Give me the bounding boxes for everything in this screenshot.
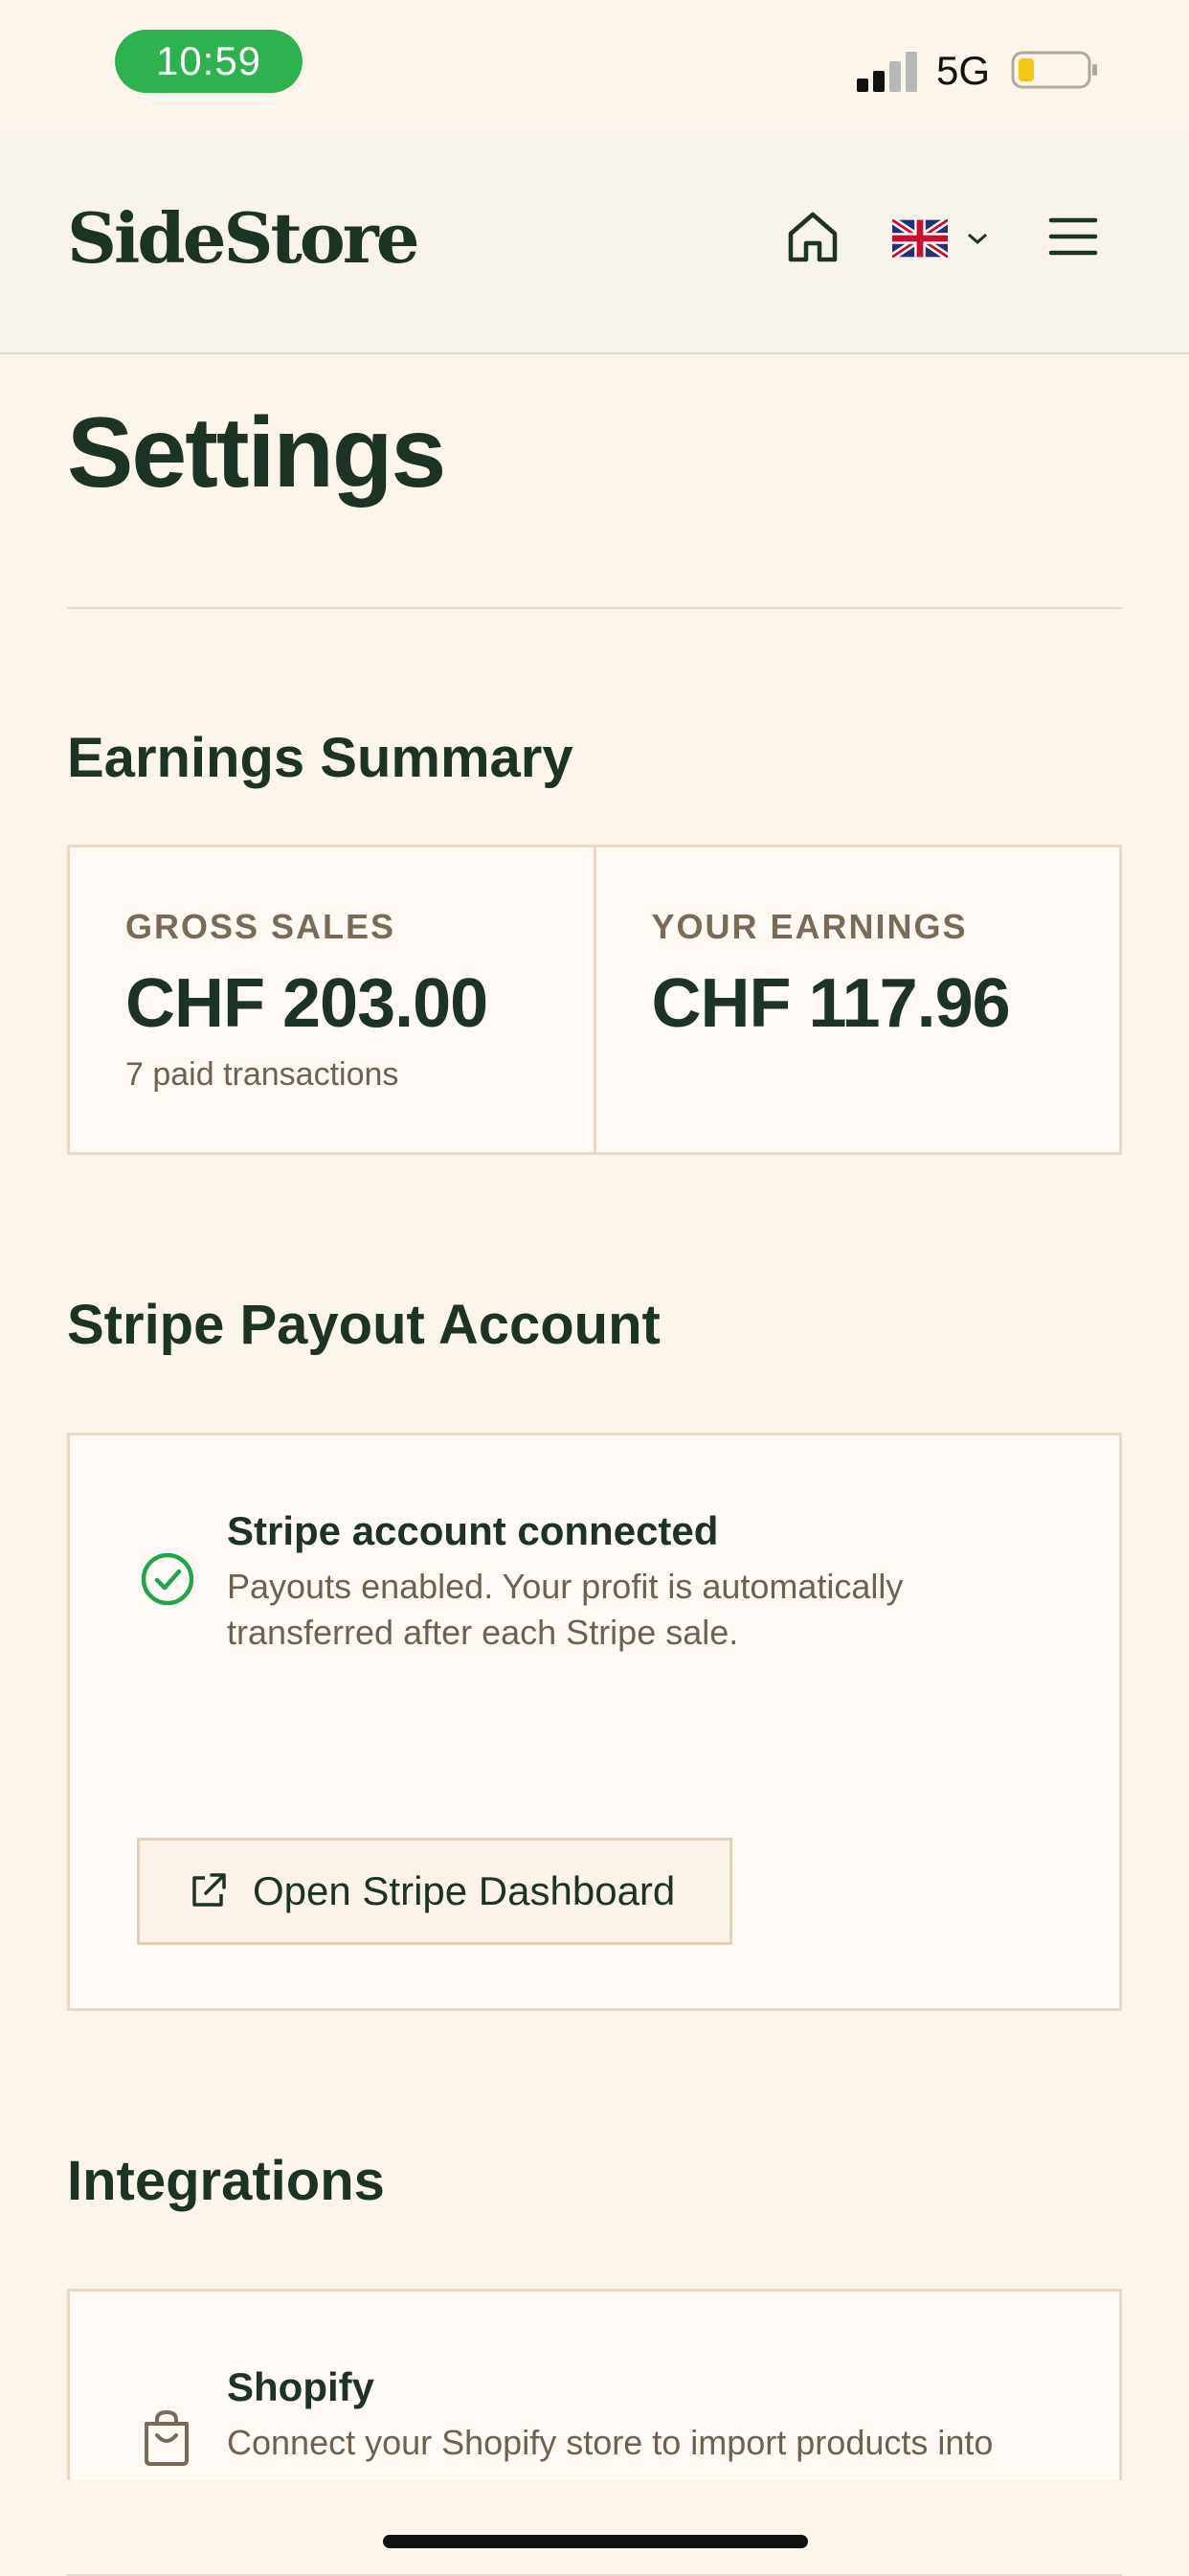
home-icon[interactable] [783, 208, 842, 267]
stripe-status-title: Stripe account connected [227, 1508, 719, 1553]
shopping-bag-icon [145, 2409, 189, 2466]
status-bar: 10:59 5G [0, 0, 1189, 130]
earnings-heading: Earnings Summary [67, 727, 573, 789]
language-selector[interactable] [892, 215, 994, 262]
your-earnings-cell: YOUR EARNINGS CHF 117.96 [593, 847, 1120, 1152]
hamburger-menu-icon[interactable] [1047, 213, 1099, 260]
gross-sales-label: GROSS SALES [125, 907, 396, 946]
dashboard-button-label: Open Stripe Dashboard [253, 1868, 676, 1913]
signal-icon [857, 52, 917, 92]
integrations-heading: Integrations [67, 2150, 385, 2212]
external-link-icon [192, 1873, 226, 1907]
bottom-safe-area [0, 2480, 1189, 2574]
chevron-down-icon [968, 233, 987, 245]
home-indicator[interactable] [383, 2535, 808, 2548]
network-label: 5G [936, 48, 991, 93]
paid-transactions-count: 7 paid transactions [125, 1056, 399, 1093]
open-stripe-dashboard-button[interactable]: Open Stripe Dashboard [137, 1838, 732, 1945]
stripe-heading: Stripe Payout Account [67, 1294, 661, 1356]
gross-sales-cell: GROSS SALES CHF 203.00 7 paid transactio… [70, 847, 594, 1152]
page-title: Settings [67, 397, 446, 508]
shopify-integration-description: Connect your Shopify store to import pro… [227, 2423, 994, 2462]
stripe-status-description: Payouts enabled. Your profit is automati… [227, 1567, 904, 1652]
status-time: 10:59 [115, 30, 303, 93]
your-earnings-value: CHF 117.96 [651, 965, 1011, 1042]
stripe-payout-card: Stripe account connected Payouts enabled… [67, 1433, 1122, 2011]
shopify-integration-title[interactable]: Shopify [227, 2364, 374, 2410]
battery-icon [1011, 51, 1097, 89]
uk-flag-icon [892, 219, 948, 258]
gross-sales-value: CHF 203.00 [125, 965, 488, 1042]
check-circle-icon [141, 1552, 194, 1606]
app-header: SideStore [0, 130, 1189, 354]
title-divider [67, 607, 1122, 609]
your-earnings-label: YOUR EARNINGS [651, 907, 968, 946]
sidestore-logo[interactable]: SideStore [67, 197, 420, 279]
earnings-summary-card: GROSS SALES CHF 203.00 7 paid transactio… [67, 845, 1122, 1155]
